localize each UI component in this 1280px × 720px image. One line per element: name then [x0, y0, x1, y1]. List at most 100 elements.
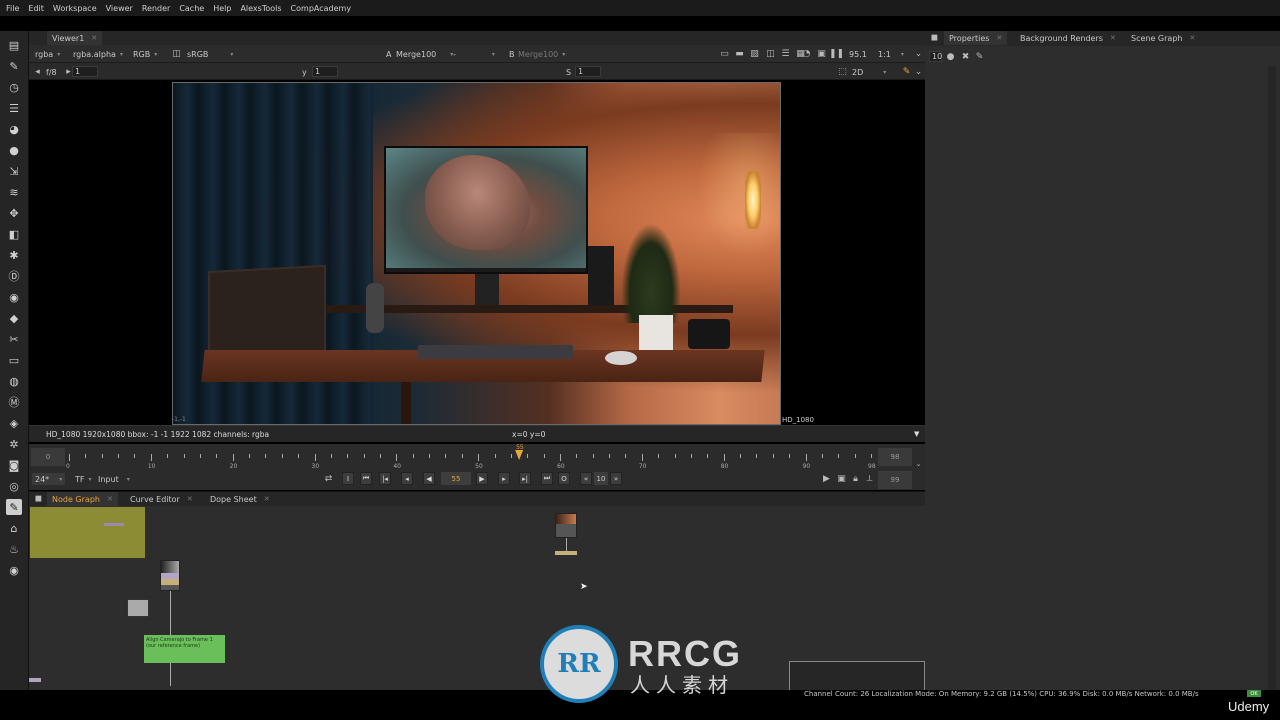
tab-node-graph[interactable]: Node Graph ✕: [47, 492, 118, 506]
pause-icon[interactable]: ❚❚: [829, 48, 844, 59]
tf-dropdown[interactable]: TF ▾: [75, 473, 92, 485]
merge100-node[interactable]: [555, 513, 577, 538]
viewer-node[interactable]: [555, 551, 577, 555]
compare-icon[interactable]: ◫: [765, 48, 776, 59]
menu-file[interactable]: File: [6, 4, 19, 13]
menu-render[interactable]: Render: [142, 4, 170, 13]
close-icon[interactable]: ✕: [91, 34, 97, 42]
proxy-dropdown[interactable]: 1:1 ▾: [878, 48, 904, 60]
skip-back-button[interactable]: «: [580, 472, 592, 485]
playhead-marker[interactable]: [515, 450, 524, 460]
nodes-extra-icon[interactable]: ✲: [6, 436, 22, 452]
menu-compacademy[interactable]: CompAcademy: [291, 4, 352, 13]
close-icon[interactable]: ✕: [1189, 34, 1195, 42]
tab-viewer1[interactable]: Viewer1 ✕: [47, 31, 103, 45]
lock-panel-icon[interactable]: ●: [945, 51, 956, 62]
out-point-button[interactable]: O: [558, 472, 570, 485]
current-frame-field[interactable]: 55: [441, 472, 471, 485]
m-plugin-icon[interactable]: Ⓜ: [6, 394, 22, 410]
next-frame-button[interactable]: ▸: [498, 472, 510, 485]
out-frame-field[interactable]: 98: [878, 448, 912, 466]
sticky-note[interactable]: Align Camerajo to Frame 1 (our reference…: [144, 635, 225, 663]
tab-scene-graph[interactable]: Scene Graph ✕: [1126, 31, 1200, 45]
particles-nodes-icon[interactable]: ✱: [6, 247, 22, 263]
roi-toggle-icon[interactable]: ⬚: [837, 66, 848, 77]
tab-dope-sheet[interactable]: Dope Sheet ✕: [205, 492, 275, 506]
keyer-nodes-icon[interactable]: ⇲: [6, 163, 22, 179]
time-nodes-icon[interactable]: ◷: [6, 79, 22, 95]
menu-workspace[interactable]: Workspace: [53, 4, 97, 13]
deep-nodes-icon[interactable]: Ⓓ: [6, 268, 22, 284]
offscreen-node[interactable]: [29, 678, 41, 682]
max-panels-field[interactable]: 10: [929, 51, 942, 62]
panel-menu-icon[interactable]: ◼: [33, 493, 44, 504]
lut-icon[interactable]: ◫: [171, 48, 182, 59]
play-forward-button[interactable]: ▶: [476, 472, 488, 485]
lines-icon[interactable]: ☰: [780, 48, 791, 59]
colorspace-dropdown[interactable]: RGB ▾: [133, 48, 157, 60]
prev-frame-button[interactable]: ◂: [401, 472, 413, 485]
node-graph-canvas[interactable]: Align Camerajo to Frame 1 (our reference…: [29, 506, 925, 690]
saturation-field[interactable]: 1: [575, 66, 601, 77]
tab-background-renders[interactable]: Background Renders ✕: [1015, 31, 1121, 45]
region-icon[interactable]: ▣: [816, 48, 827, 59]
gizmo-folder-icon[interactable]: ◍: [6, 373, 22, 389]
sync-icon[interactable]: ◔: [801, 48, 812, 59]
in-point-button[interactable]: I: [342, 472, 354, 485]
node-graph-minimap[interactable]: [789, 661, 925, 690]
metadata-nodes-icon[interactable]: ◆: [6, 310, 22, 326]
toolsets-icon[interactable]: ✂: [6, 331, 22, 347]
cache-icon[interactable]: ▣: [836, 473, 847, 484]
merge-nodes-icon[interactable]: ≋: [6, 184, 22, 200]
menu-edit[interactable]: Edit: [28, 4, 44, 13]
input-a-dropdown[interactable]: Merge100 ▾: [396, 48, 453, 60]
cara-vr-icon[interactable]: ◙: [6, 457, 22, 473]
channels-dropdown[interactable]: rgba ▾: [35, 48, 60, 60]
float-panel-icon[interactable]: ✖: [960, 51, 971, 62]
skip-forward-button[interactable]: »: [610, 472, 622, 485]
next-keyframe-button[interactable]: ▸|: [519, 472, 531, 485]
close-icon[interactable]: ✕: [107, 495, 113, 503]
read-node[interactable]: [160, 560, 180, 591]
prev-keyframe-button[interactable]: |◂: [379, 472, 391, 485]
fire-plugin-icon[interactable]: ♨: [6, 541, 22, 557]
timeline-menu-icon[interactable]: ⌄: [913, 458, 924, 469]
globe-plugin-icon[interactable]: ◉: [6, 562, 22, 578]
ab-operation-dropdown[interactable]: - ▾: [453, 48, 495, 60]
alpha-channel-dropdown[interactable]: rgba.alpha ▾: [73, 48, 123, 60]
furnace-icon[interactable]: ◈: [6, 415, 22, 431]
filter-nodes-icon[interactable]: ●: [6, 142, 22, 158]
compacademy-icon[interactable]: ⌂: [6, 520, 22, 536]
view-mode-dropdown[interactable]: 2D ▾: [852, 66, 886, 78]
range-dropdown[interactable]: Input ▾: [98, 473, 130, 485]
paint-icon[interactable]: ✎: [901, 66, 912, 77]
transform-nodes-icon[interactable]: ✥: [6, 205, 22, 221]
gamma-field[interactable]: 1: [312, 66, 338, 77]
views-nodes-icon[interactable]: ◉: [6, 289, 22, 305]
channel-nodes-icon[interactable]: ☰: [6, 100, 22, 116]
sync-range-icon[interactable]: ⟂: [864, 473, 875, 484]
in-frame-field[interactable]: 0: [31, 448, 65, 466]
display-lut-dropdown[interactable]: sRGB ▾: [187, 48, 233, 60]
gain-field[interactable]: 1: [72, 66, 98, 77]
fstop-left-icon[interactable]: ◂: [32, 66, 43, 77]
close-icon[interactable]: ✕: [996, 34, 1002, 42]
last-frame-button[interactable]: ⏭: [541, 472, 553, 485]
backdrop-node[interactable]: [30, 507, 145, 558]
play-backward-button[interactable]: ◀: [423, 472, 435, 485]
menu-viewer[interactable]: Viewer: [106, 4, 133, 13]
wipe-icon[interactable]: ▨: [749, 48, 760, 59]
tab-curve-editor[interactable]: Curve Editor ✕: [125, 492, 198, 506]
color-nodes-icon[interactable]: ◕: [6, 121, 22, 137]
ocula-icon[interactable]: ◎: [6, 478, 22, 494]
close-icon[interactable]: ✕: [264, 495, 270, 503]
viewer-menu-icon[interactable]: ⌄: [913, 48, 924, 59]
menu-alexstools[interactable]: AlexsTools: [240, 4, 281, 13]
properties-scrollbar[interactable]: [1268, 66, 1276, 690]
timeline-ruler[interactable]: 0 10 20 30 40 50 60 70 80 90 98 55: [66, 444, 876, 470]
clear-panels-icon[interactable]: ✎: [974, 51, 985, 62]
loop-icon[interactable]: ⇄: [323, 473, 334, 484]
alexstools-icon[interactable]: ✎: [6, 499, 22, 515]
other-nodes-icon[interactable]: ▭: [6, 352, 22, 368]
collapse-icon[interactable]: ⌄: [913, 66, 924, 77]
